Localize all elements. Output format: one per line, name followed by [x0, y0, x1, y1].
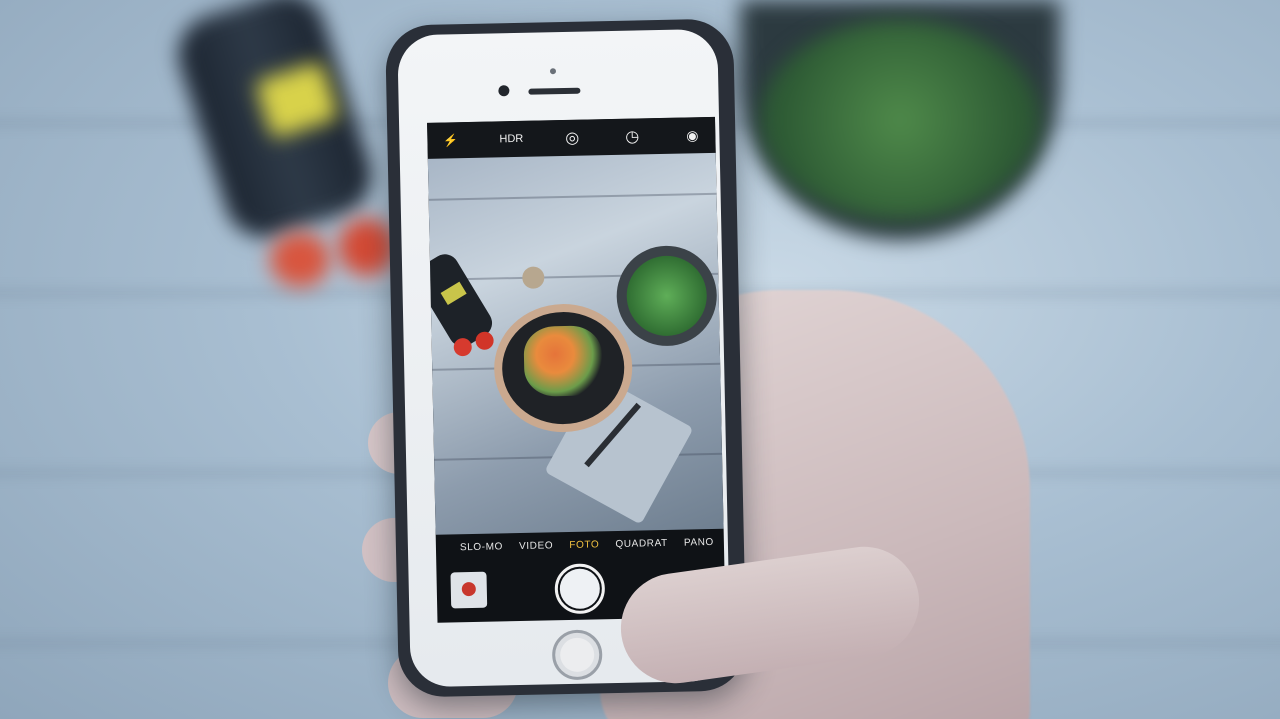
mode-slo-mo[interactable]: SLO-MO [460, 541, 503, 553]
last-photo-thumbnail[interactable] [450, 571, 488, 609]
camera-top-bar: ⚡ HDR ◎ ◷ ◉ [427, 116, 716, 159]
thumbnail-dish [461, 581, 476, 597]
viewfinder-salad [523, 325, 603, 397]
viewfinder-tomato [475, 331, 494, 350]
viewfinder-tomato [453, 337, 472, 357]
live-photo-icon[interactable]: ◎ [561, 127, 583, 149]
mode-pano[interactable]: PANO [684, 536, 714, 548]
hdr-button[interactable]: HDR [499, 128, 523, 150]
viewfinder-garlic [522, 266, 545, 289]
mode-quadrat[interactable]: QUADRAT [615, 537, 668, 549]
proximity-sensor [549, 68, 557, 75]
background-greens [760, 20, 1040, 220]
background-tomato [338, 218, 396, 276]
filters-icon[interactable]: ◉ [681, 124, 703, 146]
viewfinder-plank-line [427, 192, 724, 202]
mode-video[interactable]: VIDEO [519, 540, 553, 552]
mode-foto[interactable]: FOTO [569, 539, 599, 551]
background-tomato [270, 232, 330, 287]
timer-icon[interactable]: ◷ [621, 125, 643, 147]
camera-screen: ⚡ HDR ◎ ◷ ◉ SLO-MO VIDEO FOTO QUADRAT PA… [427, 116, 726, 623]
earpiece-speaker [528, 87, 581, 95]
photo-scene: ⚡ HDR ◎ ◷ ◉ SLO-MO VIDEO FOTO QUADRAT PA… [0, 0, 1280, 719]
flash-icon[interactable]: ⚡ [439, 129, 461, 151]
front-camera [498, 85, 510, 97]
camera-viewfinder[interactable] [427, 152, 724, 535]
